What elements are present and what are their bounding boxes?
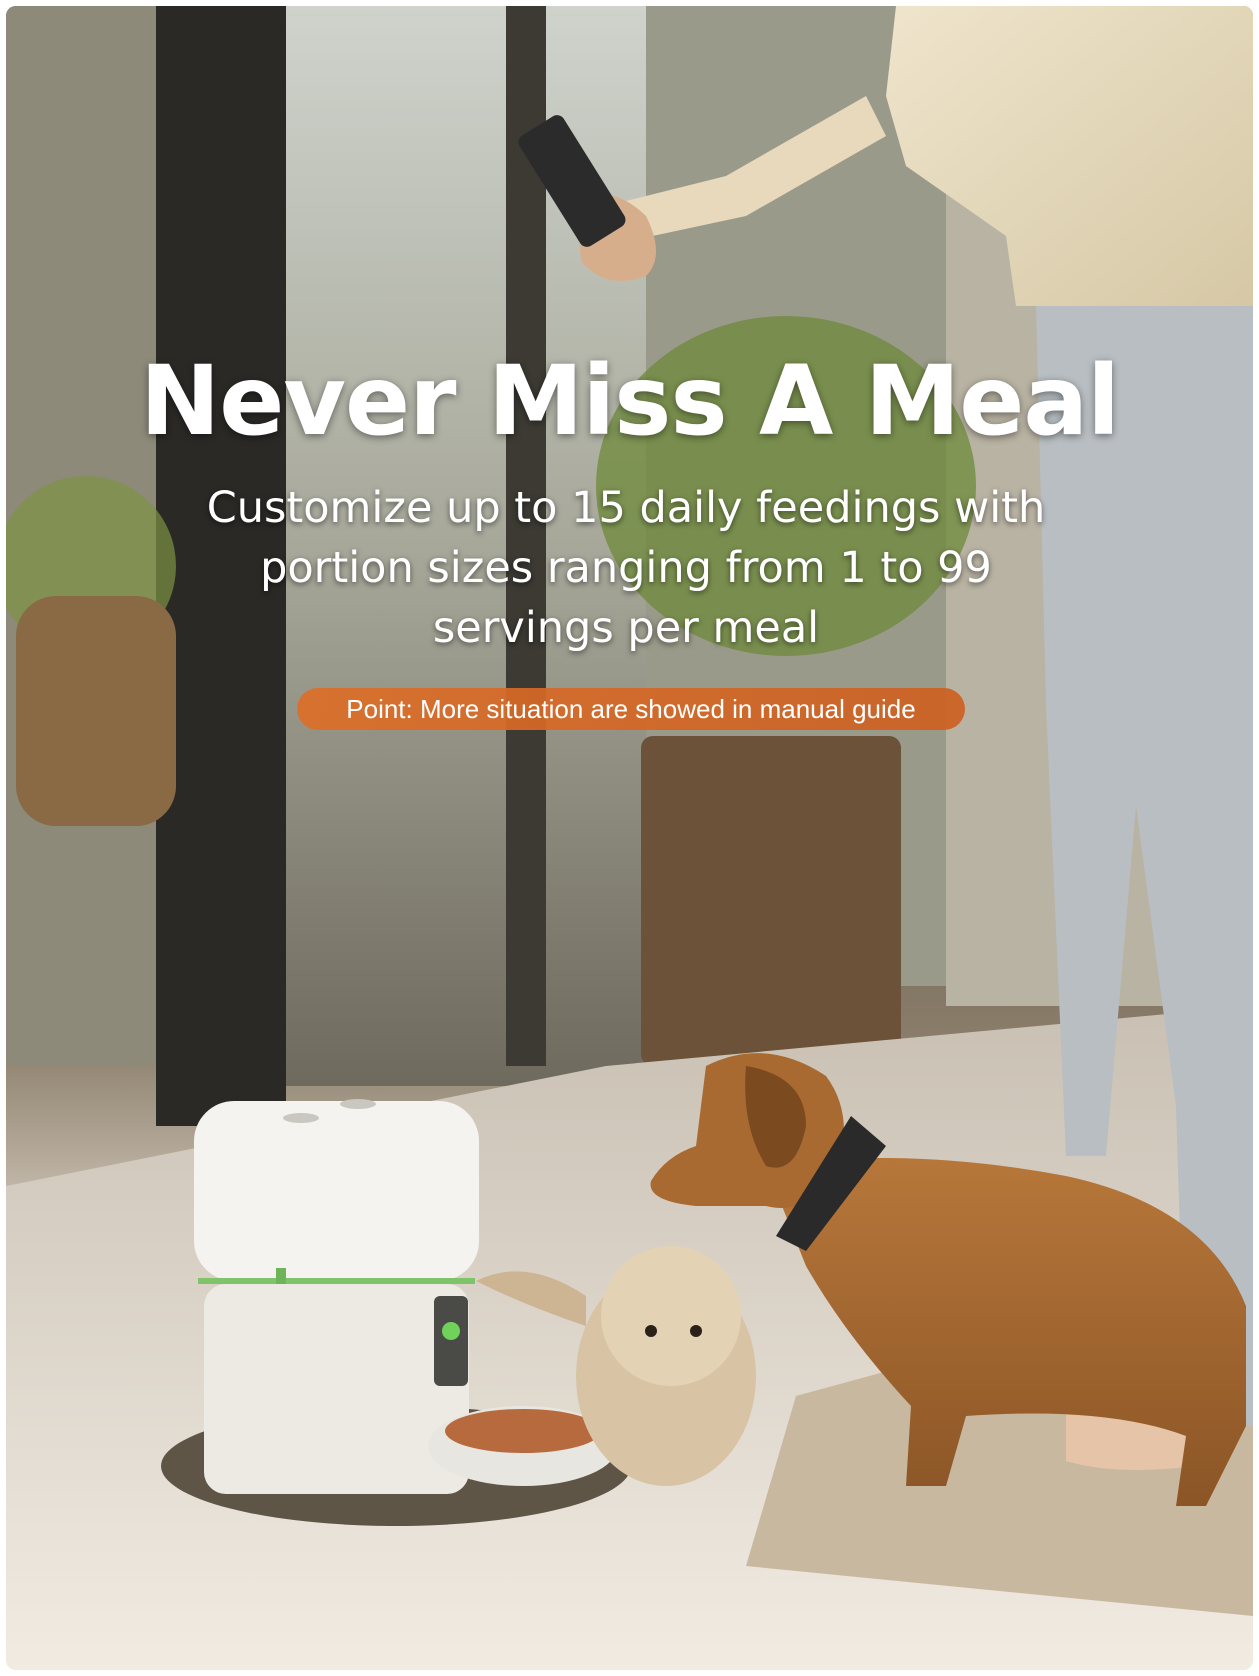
feeder-lid-hole [340, 1099, 376, 1109]
kibble [445, 1409, 601, 1453]
feeder-logo-mark [276, 1268, 286, 1284]
feeder-lid-hole [283, 1113, 319, 1123]
subtitle-line: Customize up to 15 daily feedings with [206, 483, 1046, 533]
subtitle: Customize up to 15 daily feedings with p… [176, 478, 1076, 658]
feeder-status-light [442, 1322, 460, 1340]
subtitle-line: portion sizes ranging from 1 to 99 [260, 543, 992, 593]
hero-image: Never Miss A Meal Customize up to 15 dai… [6, 6, 1253, 1670]
feeder-lid [194, 1101, 479, 1281]
feeder-control-panel [434, 1296, 468, 1386]
small-dog-head [601, 1246, 741, 1386]
subtitle-line: servings per meal [432, 603, 820, 653]
point-badge: Point: More situation are showed in manu… [297, 688, 965, 730]
scene-illustration [6, 6, 1253, 1670]
small-dog-eye [690, 1325, 702, 1337]
headline: Never Miss A Meal [139, 345, 1120, 457]
feeder-body [204, 1284, 469, 1494]
plant-pot [641, 736, 901, 1066]
feeder-accent-band [198, 1278, 475, 1284]
small-dog-eye [645, 1325, 657, 1337]
wicker-chair [16, 596, 176, 826]
